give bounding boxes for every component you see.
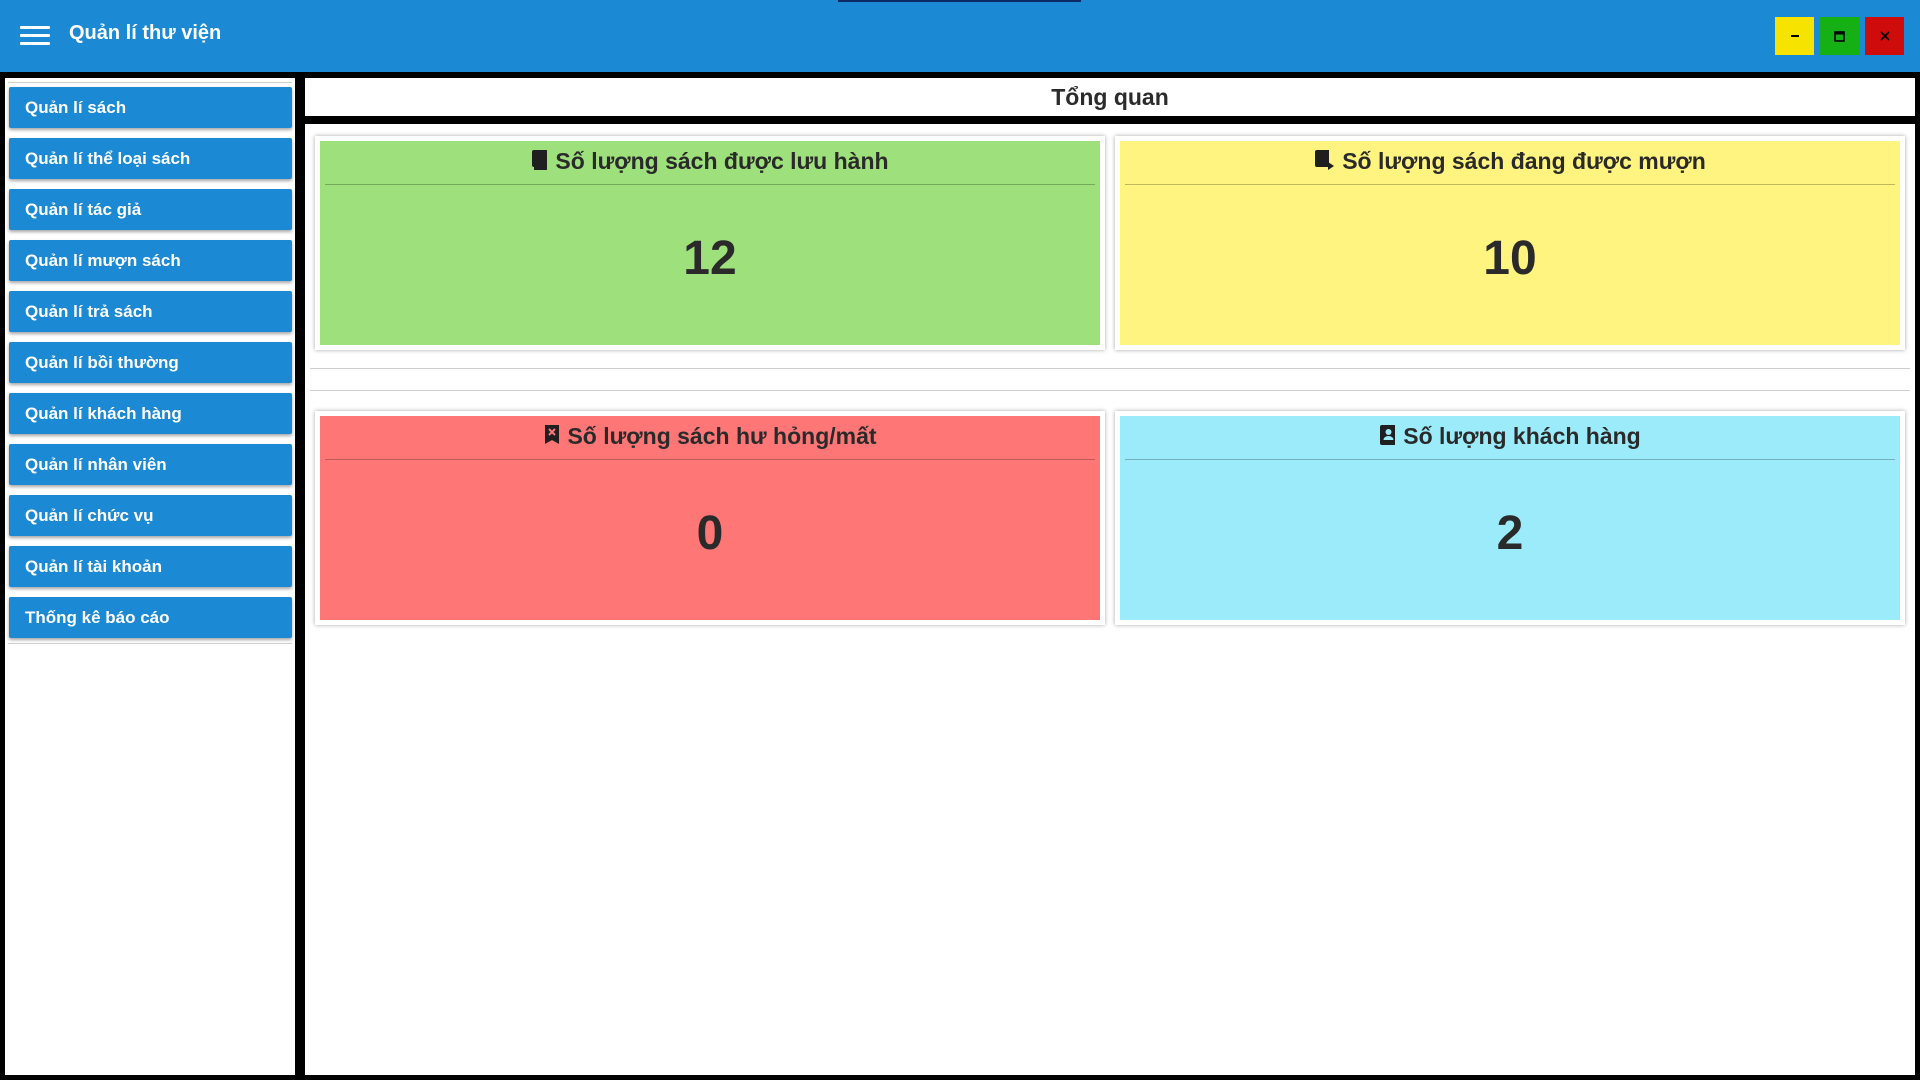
minimize-icon <box>1790 35 1799 37</box>
title-bar-indicator <box>838 0 1081 2</box>
header-divider <box>305 116 1915 124</box>
book-borrow-icon <box>1315 150 1335 170</box>
stat-card-title-text: Số lượng sách đang được mượn <box>1342 148 1706 174</box>
stat-card-title: Số lượng sách được lưu hành <box>320 141 1100 181</box>
row-divider <box>310 368 1910 369</box>
sidebar-item-quan-li-khach-hang[interactable]: Quản lí khách hàng <box>9 393 292 434</box>
app-title: Quản lí thư viện <box>69 22 222 44</box>
sidebar-item-quan-li-tra-sach[interactable]: Quản lí trả sách <box>9 291 292 332</box>
stat-card-divider <box>1125 459 1895 460</box>
stat-card-title: Số lượng sách hư hỏng/mất <box>320 416 1100 456</box>
sidebar-item-quan-li-tac-gia[interactable]: Quản lí tác giả <box>9 189 292 230</box>
sidebar-item-quan-li-nhan-vien[interactable]: Quản lí nhân viên <box>9 444 292 485</box>
maximize-icon <box>1834 30 1845 42</box>
sidebar-item-quan-li-tai-khoan[interactable]: Quản lí tài khoản <box>9 546 292 587</box>
close-icon <box>1879 31 1890 41</box>
stat-card-body: Số lượng sách hư hỏng/mất 0 <box>320 416 1100 620</box>
sidebar-item-quan-li-the-loai-sach[interactable]: Quản lí thể loại sách <box>9 138 292 179</box>
minimize-button[interactable] <box>1775 17 1814 55</box>
stat-card-borrowed-books: Số lượng sách đang được mượn 10 <box>1115 136 1905 350</box>
maximize-button[interactable] <box>1820 17 1859 55</box>
stat-card-title-text: Số lượng sách được lưu hành <box>555 148 889 174</box>
stat-card-title-text: Số lượng sách hư hỏng/mất <box>567 423 877 449</box>
main-panel: Tổng quan Số lượng sách được lưu hành 12… <box>305 78 1915 1075</box>
stat-card-circulating-books: Số lượng sách được lưu hành 12 <box>315 136 1105 350</box>
stat-card-value: 12 <box>683 232 737 285</box>
stat-card-divider <box>325 459 1095 460</box>
stat-card-divider <box>1125 184 1895 185</box>
hamburger-menu-icon[interactable] <box>20 26 50 46</box>
stat-card-title: Số lượng khách hàng <box>1120 416 1900 456</box>
stat-card-damaged-books: Số lượng sách hư hỏng/mất 0 <box>315 411 1105 625</box>
sidebar-item-quan-li-sach[interactable]: Quản lí sách <box>9 87 292 128</box>
stat-card-body: Số lượng sách được lưu hành 12 <box>320 141 1100 345</box>
stat-card-title-text: Số lượng khách hàng <box>1403 423 1641 449</box>
stat-card-title: Số lượng sách đang được mượn <box>1120 141 1900 181</box>
row-divider <box>310 390 1910 391</box>
close-button[interactable] <box>1865 17 1904 55</box>
title-bar: Quản lí thư viện <box>0 0 1920 72</box>
bookmark-remove-icon <box>545 425 560 444</box>
page-title: Tổng quan <box>1051 84 1169 110</box>
stat-card-body: Số lượng khách hàng 2 <box>1120 416 1900 620</box>
stat-card-value: 0 <box>696 507 724 560</box>
stat-card-body: Số lượng sách đang được mượn 10 <box>1120 141 1900 345</box>
stat-card-value: 10 <box>1483 232 1537 285</box>
sidebar-item-quan-li-boi-thuong[interactable]: Quản lí bồi thường <box>9 342 292 383</box>
stat-card-customers: Số lượng khách hàng 2 <box>1115 411 1905 625</box>
sidebar-item-thong-ke-bao-cao[interactable]: Thống kê báo cáo <box>9 597 292 638</box>
sidebar-divider <box>8 82 292 83</box>
sidebar-divider <box>8 643 292 644</box>
sidebar-item-quan-li-muon-sach[interactable]: Quản lí mượn sách <box>9 240 292 281</box>
contact-book-icon <box>1380 425 1396 445</box>
stat-card-divider <box>325 184 1095 185</box>
sidebar: Quản lí sách Quản lí thể loại sách Quản … <box>5 78 295 1075</box>
stat-card-value: 2 <box>1496 507 1524 560</box>
sidebar-item-quan-li-chuc-vu[interactable]: Quản lí chức vụ <box>9 495 292 536</box>
book-icon <box>532 150 548 170</box>
